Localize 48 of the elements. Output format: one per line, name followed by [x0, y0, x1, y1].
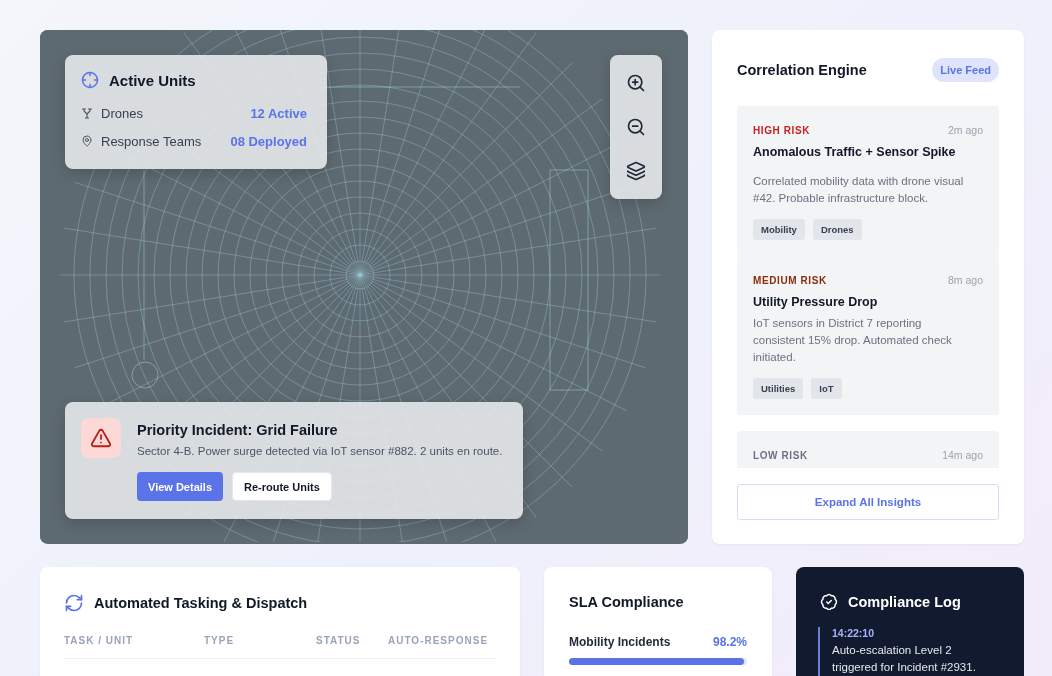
risk-label: MEDIUM RISK — [753, 274, 827, 286]
insight-title: Utility Pressure Drop — [753, 295, 879, 309]
zoom-in-icon — [626, 73, 646, 93]
target-icon — [81, 71, 99, 89]
reroute-button[interactable]: Re-route Units — [232, 472, 332, 501]
insight-description: IoT sensors in District 7 reporting consistent 15% drop. Automated check initiated. — [753, 316, 953, 365]
insight-title: Anomalous Traffic + Sensor Spike — [753, 145, 957, 159]
incident-title: Priority Incident: Grid Failure — [137, 422, 339, 438]
view-details-button[interactable]: View Details — [137, 472, 223, 501]
unit-label: Drones — [101, 105, 144, 121]
card-title: Compliance Log — [848, 594, 961, 610]
card-title: Correlation Engine — [737, 62, 867, 78]
unit-count: 12 Active — [250, 105, 307, 121]
tag: Drones — [812, 219, 862, 240]
expand-insights-button[interactable]: Expand All Insights — [737, 484, 999, 520]
refresh-icon — [64, 593, 84, 613]
live-badge: Live Feed — [932, 58, 999, 82]
column-header: TASK / UNIT — [64, 635, 135, 646]
tag: Utilities — [753, 378, 804, 399]
time-ago: 8m ago — [947, 274, 983, 286]
insight-card[interactable]: HIGH RISK 2m ago Anomalous Traffic + Sensor Spike Correlated mobility data with drone visual #42. Probable infrastructure block. Mobility Drones — [737, 106, 999, 256]
pin-icon — [81, 135, 93, 147]
tag: Mobility — [753, 219, 805, 240]
card-title: SLA Compliance — [569, 594, 684, 610]
tag: IoT — [811, 378, 842, 399]
badge-check-icon — [820, 593, 838, 611]
warning-icon — [81, 418, 121, 458]
column-header: TYPE — [204, 635, 236, 646]
column-header: AUTO-RESPONSE — [388, 635, 490, 646]
unit-label: Response Teams — [101, 133, 203, 149]
log-text: Auto-escalation Level 2 triggered for Incident #2931. — [832, 643, 977, 675]
zoom-out-icon — [626, 117, 646, 137]
card-title: Automated Tasking & Dispatch — [94, 595, 308, 611]
insight-card[interactable]: MEDIUM RISK 8m ago Utility Pressure Drop IoT sensors in District 7 reporting consistent 15% drop. Automated check initiated. Utilities IoT — [737, 256, 999, 415]
time-ago: 14m ago — [942, 449, 983, 461]
metric-label: Mobility Incidents — [569, 635, 671, 649]
log-time: 14:22:10 — [832, 627, 876, 639]
layers-icon — [626, 161, 646, 181]
insight-description: Correlated mobility data with drone visual #42. Probable infrastructure block. — [753, 174, 965, 206]
incident-description: Sector 4-B. Power surge detected via IoT sensor #882. 2 units en route. — [137, 444, 503, 459]
risk-label: HIGH RISK — [753, 124, 811, 136]
insight-card[interactable]: LOW RISK 14m ago — [737, 431, 999, 468]
time-ago: 2m ago — [947, 124, 983, 136]
metric-value: 98.2% — [712, 635, 747, 649]
column-header: STATUS — [316, 635, 362, 646]
unit-count: 08 Deployed — [230, 133, 307, 149]
card-title: Active Units — [109, 71, 196, 89]
risk-label: LOW RISK — [753, 449, 808, 461]
